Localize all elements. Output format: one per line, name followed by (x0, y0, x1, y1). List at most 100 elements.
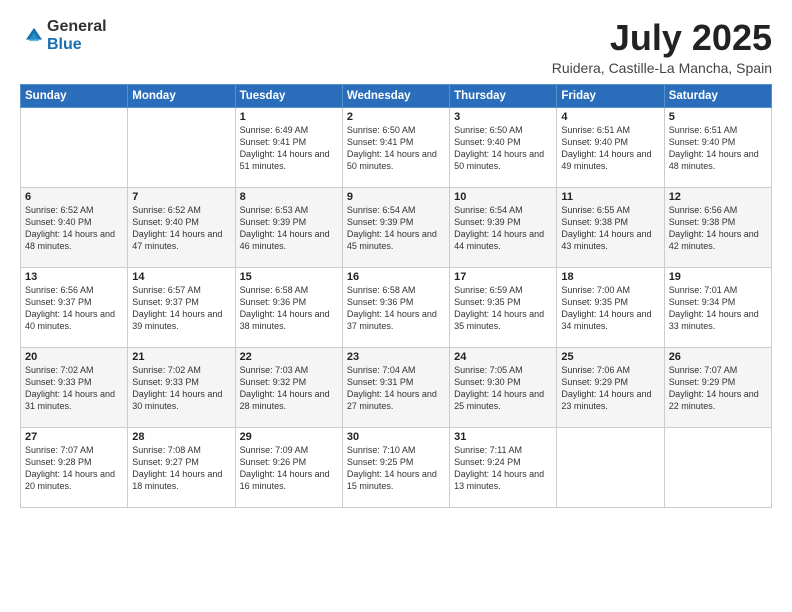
day-info: Sunrise: 6:50 AM Sunset: 9:41 PM Dayligh… (347, 124, 445, 173)
day-cell: 16Sunrise: 6:58 AM Sunset: 9:36 PM Dayli… (342, 267, 449, 347)
day-info: Sunrise: 7:10 AM Sunset: 9:25 PM Dayligh… (347, 444, 445, 493)
day-cell: 29Sunrise: 7:09 AM Sunset: 9:26 PM Dayli… (235, 427, 342, 507)
day-info: Sunrise: 7:02 AM Sunset: 9:33 PM Dayligh… (25, 364, 123, 413)
day-number: 21 (132, 351, 230, 363)
day-cell: 2Sunrise: 6:50 AM Sunset: 9:41 PM Daylig… (342, 107, 449, 187)
title-block: July 2025 Ruidera, Castille-La Mancha, S… (552, 18, 772, 76)
day-info: Sunrise: 6:50 AM Sunset: 9:40 PM Dayligh… (454, 124, 552, 173)
day-info: Sunrise: 6:51 AM Sunset: 9:40 PM Dayligh… (669, 124, 767, 173)
day-number: 28 (132, 431, 230, 443)
day-cell: 14Sunrise: 6:57 AM Sunset: 9:37 PM Dayli… (128, 267, 235, 347)
day-info: Sunrise: 7:02 AM Sunset: 9:33 PM Dayligh… (132, 364, 230, 413)
day-info: Sunrise: 7:07 AM Sunset: 9:29 PM Dayligh… (669, 364, 767, 413)
week-row-4: 20Sunrise: 7:02 AM Sunset: 9:33 PM Dayli… (21, 347, 772, 427)
day-number: 17 (454, 271, 552, 283)
day-cell: 3Sunrise: 6:50 AM Sunset: 9:40 PM Daylig… (450, 107, 557, 187)
day-cell: 11Sunrise: 6:55 AM Sunset: 9:38 PM Dayli… (557, 187, 664, 267)
day-number: 19 (669, 271, 767, 283)
header-cell-sunday: Sunday (21, 84, 128, 107)
day-info: Sunrise: 6:54 AM Sunset: 9:39 PM Dayligh… (347, 204, 445, 253)
day-number: 1 (240, 111, 338, 123)
day-info: Sunrise: 6:53 AM Sunset: 9:39 PM Dayligh… (240, 204, 338, 253)
day-number: 30 (347, 431, 445, 443)
day-number: 31 (454, 431, 552, 443)
day-cell: 21Sunrise: 7:02 AM Sunset: 9:33 PM Dayli… (128, 347, 235, 427)
day-number: 12 (669, 191, 767, 203)
day-cell: 23Sunrise: 7:04 AM Sunset: 9:31 PM Dayli… (342, 347, 449, 427)
calendar-table: SundayMondayTuesdayWednesdayThursdayFrid… (20, 84, 772, 508)
day-number: 7 (132, 191, 230, 203)
header-cell-saturday: Saturday (664, 84, 771, 107)
day-number: 5 (669, 111, 767, 123)
day-info: Sunrise: 6:58 AM Sunset: 9:36 PM Dayligh… (240, 284, 338, 333)
day-cell: 13Sunrise: 6:56 AM Sunset: 9:37 PM Dayli… (21, 267, 128, 347)
header: General Blue July 2025 Ruidera, Castille… (20, 18, 772, 76)
week-row-5: 27Sunrise: 7:07 AM Sunset: 9:28 PM Dayli… (21, 427, 772, 507)
day-cell: 15Sunrise: 6:58 AM Sunset: 9:36 PM Dayli… (235, 267, 342, 347)
day-number: 18 (561, 271, 659, 283)
day-cell: 30Sunrise: 7:10 AM Sunset: 9:25 PM Dayli… (342, 427, 449, 507)
day-cell: 28Sunrise: 7:08 AM Sunset: 9:27 PM Dayli… (128, 427, 235, 507)
day-info: Sunrise: 6:56 AM Sunset: 9:37 PM Dayligh… (25, 284, 123, 333)
week-row-2: 6Sunrise: 6:52 AM Sunset: 9:40 PM Daylig… (21, 187, 772, 267)
day-info: Sunrise: 7:08 AM Sunset: 9:27 PM Dayligh… (132, 444, 230, 493)
day-info: Sunrise: 7:09 AM Sunset: 9:26 PM Dayligh… (240, 444, 338, 493)
day-cell: 18Sunrise: 7:00 AM Sunset: 9:35 PM Dayli… (557, 267, 664, 347)
day-cell: 9Sunrise: 6:54 AM Sunset: 9:39 PM Daylig… (342, 187, 449, 267)
week-row-1: 1Sunrise: 6:49 AM Sunset: 9:41 PM Daylig… (21, 107, 772, 187)
day-info: Sunrise: 6:58 AM Sunset: 9:36 PM Dayligh… (347, 284, 445, 333)
header-cell-monday: Monday (128, 84, 235, 107)
day-cell: 7Sunrise: 6:52 AM Sunset: 9:40 PM Daylig… (128, 187, 235, 267)
day-number: 24 (454, 351, 552, 363)
day-number: 22 (240, 351, 338, 363)
header-cell-wednesday: Wednesday (342, 84, 449, 107)
day-info: Sunrise: 7:07 AM Sunset: 9:28 PM Dayligh… (25, 444, 123, 493)
day-info: Sunrise: 7:11 AM Sunset: 9:24 PM Dayligh… (454, 444, 552, 493)
day-number: 3 (454, 111, 552, 123)
header-row: SundayMondayTuesdayWednesdayThursdayFrid… (21, 84, 772, 107)
logo-text: General Blue (47, 18, 107, 53)
day-info: Sunrise: 6:51 AM Sunset: 9:40 PM Dayligh… (561, 124, 659, 173)
day-number: 25 (561, 351, 659, 363)
day-cell: 10Sunrise: 6:54 AM Sunset: 9:39 PM Dayli… (450, 187, 557, 267)
day-cell (557, 427, 664, 507)
day-info: Sunrise: 6:49 AM Sunset: 9:41 PM Dayligh… (240, 124, 338, 173)
day-info: Sunrise: 6:52 AM Sunset: 9:40 PM Dayligh… (25, 204, 123, 253)
day-number: 9 (347, 191, 445, 203)
day-number: 15 (240, 271, 338, 283)
day-info: Sunrise: 7:03 AM Sunset: 9:32 PM Dayligh… (240, 364, 338, 413)
day-cell (21, 107, 128, 187)
day-cell: 6Sunrise: 6:52 AM Sunset: 9:40 PM Daylig… (21, 187, 128, 267)
logo-icon (23, 25, 45, 47)
day-info: Sunrise: 7:06 AM Sunset: 9:29 PM Dayligh… (561, 364, 659, 413)
day-cell: 8Sunrise: 6:53 AM Sunset: 9:39 PM Daylig… (235, 187, 342, 267)
day-cell: 25Sunrise: 7:06 AM Sunset: 9:29 PM Dayli… (557, 347, 664, 427)
day-number: 20 (25, 351, 123, 363)
day-cell: 26Sunrise: 7:07 AM Sunset: 9:29 PM Dayli… (664, 347, 771, 427)
day-info: Sunrise: 6:59 AM Sunset: 9:35 PM Dayligh… (454, 284, 552, 333)
logo-blue: Blue (47, 36, 107, 54)
day-info: Sunrise: 7:01 AM Sunset: 9:34 PM Dayligh… (669, 284, 767, 333)
day-number: 10 (454, 191, 552, 203)
day-info: Sunrise: 6:56 AM Sunset: 9:38 PM Dayligh… (669, 204, 767, 253)
day-cell: 22Sunrise: 7:03 AM Sunset: 9:32 PM Dayli… (235, 347, 342, 427)
week-row-3: 13Sunrise: 6:56 AM Sunset: 9:37 PM Dayli… (21, 267, 772, 347)
day-info: Sunrise: 7:05 AM Sunset: 9:30 PM Dayligh… (454, 364, 552, 413)
logo-general: General (47, 18, 107, 36)
day-number: 29 (240, 431, 338, 443)
day-info: Sunrise: 6:55 AM Sunset: 9:38 PM Dayligh… (561, 204, 659, 253)
day-cell: 17Sunrise: 6:59 AM Sunset: 9:35 PM Dayli… (450, 267, 557, 347)
day-cell: 12Sunrise: 6:56 AM Sunset: 9:38 PM Dayli… (664, 187, 771, 267)
day-number: 13 (25, 271, 123, 283)
day-cell: 27Sunrise: 7:07 AM Sunset: 9:28 PM Dayli… (21, 427, 128, 507)
day-cell: 24Sunrise: 7:05 AM Sunset: 9:30 PM Dayli… (450, 347, 557, 427)
page: General Blue July 2025 Ruidera, Castille… (0, 0, 792, 612)
header-cell-thursday: Thursday (450, 84, 557, 107)
day-info: Sunrise: 7:00 AM Sunset: 9:35 PM Dayligh… (561, 284, 659, 333)
day-number: 16 (347, 271, 445, 283)
day-number: 26 (669, 351, 767, 363)
day-number: 4 (561, 111, 659, 123)
day-cell: 19Sunrise: 7:01 AM Sunset: 9:34 PM Dayli… (664, 267, 771, 347)
logo: General Blue (20, 18, 107, 53)
day-cell: 20Sunrise: 7:02 AM Sunset: 9:33 PM Dayli… (21, 347, 128, 427)
